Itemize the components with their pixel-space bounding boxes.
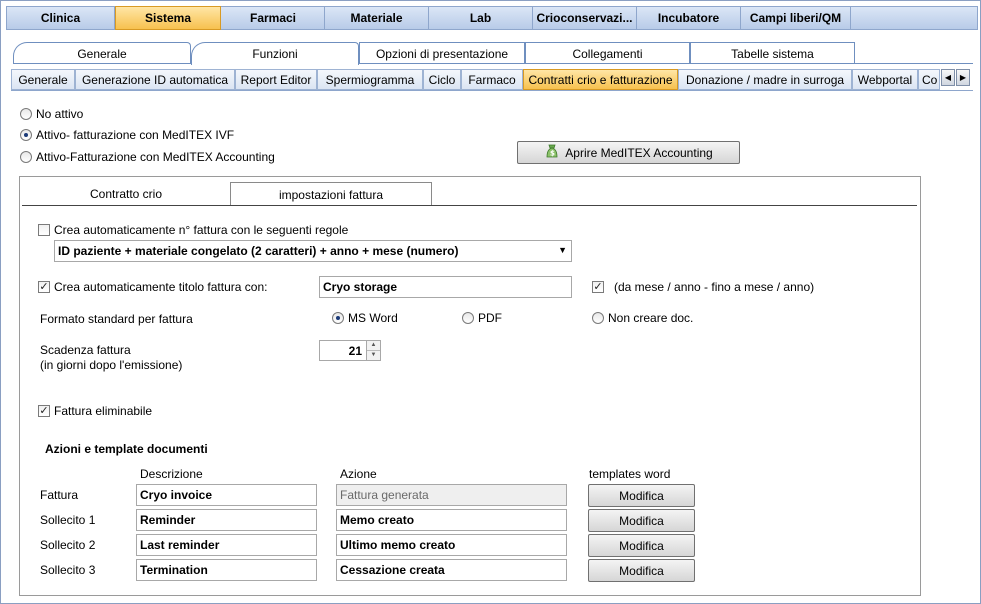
modifica-button-sollecito-2[interactable]: Modifica: [588, 534, 695, 557]
radio-meditex-ivf[interactable]: [20, 129, 32, 141]
format-msword-label: MS Word: [348, 311, 398, 325]
main-window: Clinica Sistema Farmaci Materiale Lab Cr…: [0, 0, 981, 604]
row-label-sollecito-2: Sollecito 2: [40, 538, 96, 552]
tab-crioconservazione[interactable]: Crioconservazi...: [533, 7, 637, 29]
tab-fn-generazione-id[interactable]: Generazione ID automatica: [75, 69, 235, 90]
tab-scroll-left-icon[interactable]: ◀: [941, 69, 955, 86]
invoice-settings-panel: Contratto crio impostazioni fattura: [19, 176, 921, 596]
open-accounting-button[interactable]: $ Aprire MedITEX Accounting: [517, 141, 740, 164]
action-field-fattura: Fattura generata: [336, 484, 567, 506]
action-input-sollecito-1[interactable]: Memo creato: [336, 509, 567, 531]
sub-tab-divider: [13, 63, 973, 64]
format-label: Formato standard per fattura: [40, 312, 193, 326]
tab-fn-farmaco[interactable]: Farmaco: [461, 69, 523, 90]
description-input-sollecito-2[interactable]: Last reminder: [136, 534, 317, 556]
description-input-sollecito-1[interactable]: Reminder: [136, 509, 317, 531]
radio-no-attivo-label: No attivo: [36, 107, 84, 121]
header-templates-word: templates word: [589, 467, 671, 481]
row-label-sollecito-1: Sollecito 1: [40, 513, 96, 527]
modifica-button-fattura[interactable]: Modifica: [588, 484, 695, 507]
due-days-input[interactable]: 21: [319, 340, 367, 361]
auto-title-checkbox[interactable]: ✓: [38, 281, 50, 293]
auto-title-input[interactable]: Cryo storage: [319, 276, 572, 298]
tab-impostazioni-fattura[interactable]: impostazioni fattura: [230, 182, 432, 206]
tab-materiale[interactable]: Materiale: [325, 7, 429, 29]
tab-lab[interactable]: Lab: [429, 7, 533, 29]
radio-meditex-ivf-label: Attivo- fatturazione con MedITEX IVF: [36, 128, 235, 142]
tab-opzioni-presentazione[interactable]: Opzioni di presentazione: [359, 42, 525, 64]
tab-incubatore[interactable]: Incubatore: [637, 7, 741, 29]
radio-meditex-accounting-label: Attivo-Fatturazione con MedITEX Accounti…: [36, 150, 275, 164]
stepper-down-icon[interactable]: ▼: [367, 351, 380, 360]
auto-title-label: Crea automaticamente titolo fattura con:: [54, 280, 268, 294]
module-tab-bar: Clinica Sistema Farmaci Materiale Lab Cr…: [6, 6, 978, 30]
tab-fn-contratti-crio[interactable]: Contratti crio e fatturazione: [523, 69, 678, 90]
radio-no-attivo[interactable]: [20, 108, 32, 120]
format-none-label: Non creare doc.: [608, 311, 694, 325]
tab-contratto-crio[interactable]: Contratto crio: [22, 182, 230, 206]
tab-funzioni[interactable]: Funzioni: [191, 42, 359, 65]
due-sublabel: (in giorni dopo l'emissione): [40, 358, 183, 372]
open-accounting-label: Aprire MedITEX Accounting: [565, 145, 713, 160]
action-input-sollecito-3[interactable]: Cessazione creata: [336, 559, 567, 581]
auto-number-rule-value: ID paziente + materiale congelato (2 car…: [58, 244, 459, 258]
panel-tab-divider: [22, 205, 917, 206]
header-azione: Azione: [340, 467, 377, 481]
deletable-checkbox[interactable]: ✓: [38, 405, 50, 417]
radio-format-pdf[interactable]: [462, 312, 474, 324]
tab-fn-spermiogramma[interactable]: Spermiogramma: [317, 69, 423, 90]
modifica-button-sollecito-3[interactable]: Modifica: [588, 559, 695, 582]
tab-fn-webportal[interactable]: Webportal: [852, 69, 918, 90]
header-descrizione: Descrizione: [140, 467, 203, 481]
tab-generale[interactable]: Generale: [13, 42, 191, 64]
chevron-down-icon: ▼: [558, 245, 567, 255]
auto-number-label: Crea automaticamente n° fattura con le s…: [54, 223, 349, 237]
tab-sistema[interactable]: Sistema: [115, 6, 221, 30]
description-input-sollecito-3[interactable]: Termination: [136, 559, 317, 581]
radio-format-none[interactable]: [592, 312, 604, 324]
tab-tabelle-sistema[interactable]: Tabelle sistema: [690, 42, 855, 64]
due-label: Scadenza fattura: [40, 343, 131, 357]
tab-campi-liberi[interactable]: Campi liberi/QM: [741, 7, 851, 29]
tab-fn-clipped[interactable]: Co: [918, 69, 940, 90]
row-label-sollecito-3: Sollecito 3: [40, 563, 96, 577]
period-checkbox[interactable]: ✓: [592, 281, 604, 293]
tab-farmaci[interactable]: Farmaci: [222, 7, 325, 29]
tab-fn-generale[interactable]: Generale: [11, 69, 75, 90]
period-label: (da mese / anno - fino a mese / anno): [614, 280, 815, 294]
svg-text:$: $: [550, 150, 555, 158]
modifica-button-sollecito-1[interactable]: Modifica: [588, 509, 695, 532]
tab-scroll-right-icon[interactable]: ▶: [956, 69, 970, 86]
format-pdf-label: PDF: [478, 311, 502, 325]
action-input-sollecito-2[interactable]: Ultimo memo creato: [336, 534, 567, 556]
tab-clinica[interactable]: Clinica: [7, 7, 115, 29]
tab-fn-ciclo[interactable]: Ciclo: [423, 69, 461, 90]
radio-meditex-accounting[interactable]: [20, 151, 32, 163]
function-tab-bar: Generale Generazione ID automatica Repor…: [11, 69, 973, 91]
accounting-bag-icon: $: [544, 143, 560, 162]
tab-fn-donazione[interactable]: Donazione / madre in surroga: [678, 69, 852, 90]
tab-collegamenti[interactable]: Collegamenti: [525, 42, 690, 64]
stepper-up-icon[interactable]: ▲: [367, 341, 380, 351]
row-label-fattura: Fattura: [40, 488, 79, 502]
radio-format-msword[interactable]: [332, 312, 344, 324]
due-days-stepper[interactable]: ▲ ▼: [366, 340, 381, 361]
auto-number-rule-select[interactable]: ID paziente + materiale congelato (2 car…: [54, 240, 572, 262]
sub-tab-bar: Generale Funzioni Opzioni di presentazio…: [13, 42, 973, 65]
tab-fn-report-editor[interactable]: Report Editor: [235, 69, 317, 90]
actions-title: Azioni e template documenti: [45, 442, 208, 456]
deletable-label: Fattura eliminabile: [54, 404, 153, 418]
auto-number-checkbox[interactable]: [38, 224, 50, 236]
description-input-fattura[interactable]: Cryo invoice: [136, 484, 317, 506]
